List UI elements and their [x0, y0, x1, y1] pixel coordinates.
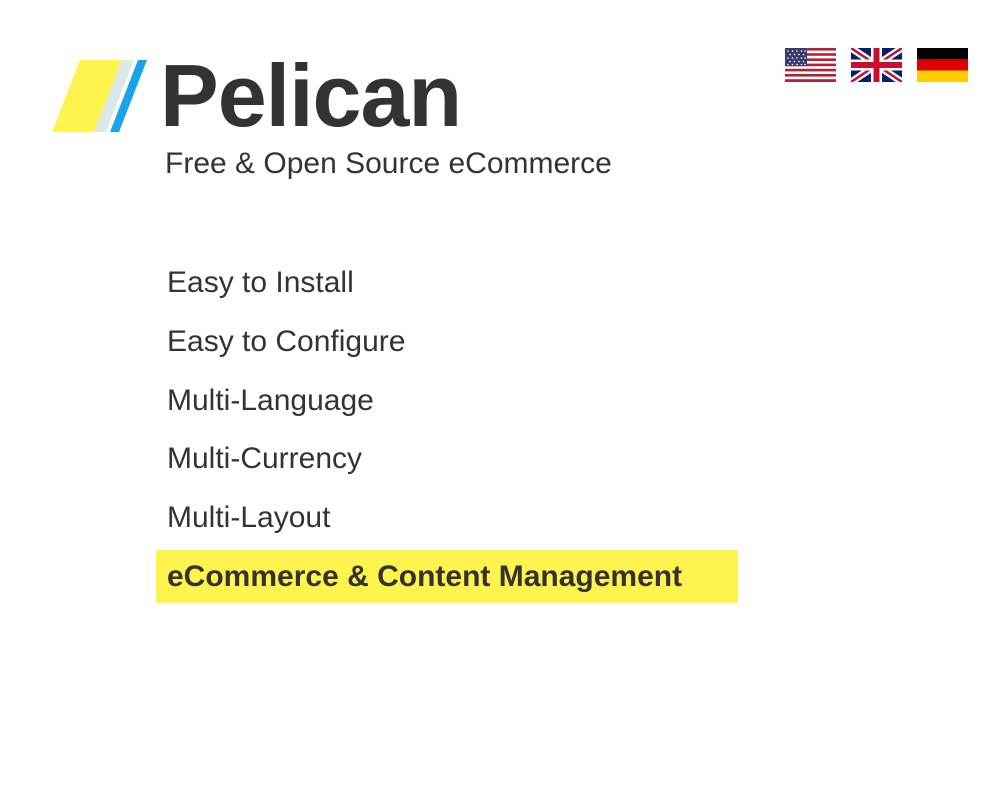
pelican-logo-stripes-icon	[52, 60, 152, 132]
feature-item-multi-currency: Multi-Currency	[167, 442, 363, 476]
feature-item-multi-layout: Multi-Layout	[167, 501, 331, 535]
uk-flag-icon[interactable]	[851, 48, 902, 82]
feature-item-easy-configure: Easy to Configure	[167, 325, 406, 359]
brand-title: Pelican	[160, 46, 462, 145]
feature-item-multi-language: Multi-Language	[167, 383, 374, 417]
brand-tagline: Free & Open Source eCommerce	[165, 147, 612, 180]
us-flag-icon[interactable]	[785, 48, 836, 82]
language-selector	[785, 48, 968, 82]
feature-item-ecommerce-cms-highlighted: eCommerce & Content Management	[156, 550, 738, 604]
germany-flag-icon[interactable]	[917, 48, 968, 82]
feature-item-easy-install: Easy to Install	[167, 266, 354, 300]
feature-list: Easy to Install Easy to Configure Multi-…	[156, 254, 738, 604]
